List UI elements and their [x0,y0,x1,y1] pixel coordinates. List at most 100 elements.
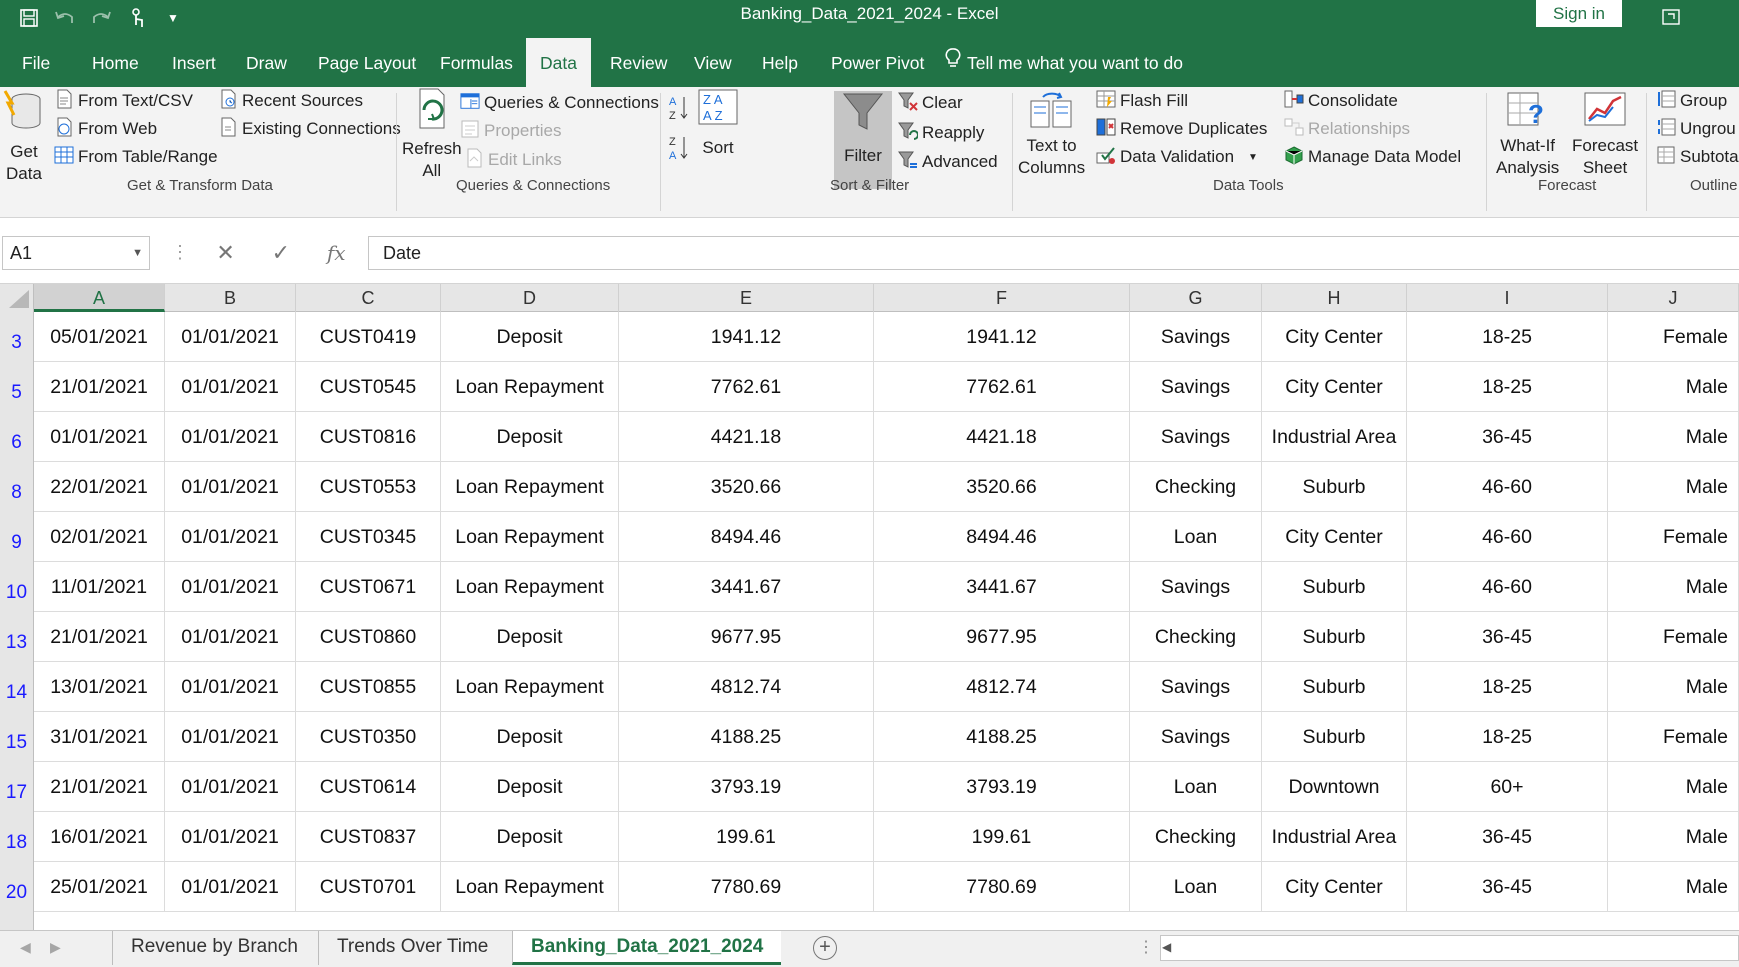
cell-f[interactable]: 9677.95 [874,612,1130,662]
cell-i[interactable]: 18-25 [1407,312,1608,362]
forecast-sheet-button[interactable]: Forecast Sheet [1572,89,1638,179]
column-header-f[interactable]: F [874,284,1130,312]
row-header[interactable]: 13 [0,612,34,662]
cell-b[interactable]: 01/01/2021 [165,412,296,462]
cell-b[interactable]: 01/01/2021 [165,462,296,512]
edit-links-button[interactable]: Edit Links [464,144,562,176]
cell-a[interactable]: 01/01/2021 [34,412,165,462]
cell-g[interactable]: Savings [1130,412,1262,462]
cell-j[interactable]: Female [1608,512,1739,562]
column-header-c[interactable]: C [296,284,441,312]
text-to-columns-button[interactable]: Text to Columns [1018,89,1085,179]
column-header-a[interactable]: A [34,284,165,312]
scroll-left-arrow-icon[interactable]: ◀ [1162,940,1171,954]
column-header-j[interactable]: J [1608,284,1739,312]
cell-j[interactable]: Male [1608,562,1739,612]
cell-b[interactable]: 01/01/2021 [165,362,296,412]
cell-d[interactable]: Loan Repayment [441,862,619,912]
cell-e[interactable]: 199.61 [619,812,874,862]
cell-i[interactable]: 36-45 [1407,812,1608,862]
cell-b[interactable]: 01/01/2021 [165,712,296,762]
tab-insert[interactable]: Insert [172,38,216,87]
cell-c[interactable]: CUST0855 [296,662,441,712]
cell-g[interactable]: Savings [1130,712,1262,762]
cell-b[interactable]: 01/01/2021 [165,562,296,612]
cell-g[interactable]: Checking [1130,612,1262,662]
tab-review[interactable]: Review [610,38,667,87]
cell-f[interactable]: 4421.18 [874,412,1130,462]
cell-h[interactable]: Industrial Area [1262,812,1407,862]
cell-g[interactable]: Savings [1130,662,1262,712]
row-header[interactable]: 10 [0,562,34,612]
tell-me-search[interactable]: Tell me what you want to do [945,38,1183,87]
cell-d[interactable]: Deposit [441,762,619,812]
cell-a[interactable]: 21/01/2021 [34,362,165,412]
tab-formulas[interactable]: Formulas [440,38,513,87]
cell-e[interactable]: 3520.66 [619,462,874,512]
sheet-tab-trends-over-time[interactable]: Trends Over Time [318,931,506,965]
insert-function-icon[interactable]: fx [327,241,346,265]
cell-i[interactable]: 18-25 [1407,362,1608,412]
cell-a[interactable]: 05/01/2021 [34,312,165,362]
cell-h[interactable]: Suburb [1262,462,1407,512]
cell-c[interactable]: CUST0419 [296,312,441,362]
cell-b[interactable]: 01/01/2021 [165,512,296,562]
row-header[interactable] [0,912,34,930]
cell-b[interactable]: 01/01/2021 [165,612,296,662]
cell-a[interactable]: 21/01/2021 [34,762,165,812]
cell-d[interactable]: Deposit [441,612,619,662]
cell-c[interactable]: CUST0614 [296,762,441,812]
cell-c[interactable]: CUST0816 [296,412,441,462]
tab-power-pivot[interactable]: Power Pivot [831,38,924,87]
tab-help[interactable]: Help [762,38,798,87]
properties-button[interactable]: Properties [460,115,561,147]
row-header[interactable]: 3 [0,312,34,362]
cell-c[interactable]: CUST0350 [296,712,441,762]
cell-h[interactable]: City Center [1262,862,1407,912]
cell-d[interactable]: Deposit [441,412,619,462]
get-data-button[interactable]: Get Data [2,89,46,185]
filter-button[interactable]: Filter [842,91,884,167]
cell-a[interactable]: 21/01/2021 [34,612,165,662]
row-header[interactable]: 14 [0,662,34,712]
cell-g[interactable]: Checking [1130,462,1262,512]
cell-a[interactable]: 02/01/2021 [34,512,165,562]
sort-ascending-button[interactable]: AZ [668,93,690,126]
cell-h[interactable]: Suburb [1262,712,1407,762]
clear-filter-button[interactable]: Clear [898,87,963,119]
cell-g[interactable]: Loan [1130,762,1262,812]
subtotal-button[interactable]: Subtota [1656,141,1739,173]
column-header-e[interactable]: E [619,284,874,312]
cell-a[interactable]: 16/01/2021 [34,812,165,862]
cell-i[interactable]: 36-45 [1407,412,1608,462]
cell-h[interactable]: Suburb [1262,562,1407,612]
cell-j[interactable]: Male [1608,862,1739,912]
data-validation-button[interactable]: Data Validation ▼ [1096,141,1258,173]
cell-h[interactable]: City Center [1262,312,1407,362]
what-if-analysis-button[interactable]: ? What-If Analysis [1496,89,1559,179]
cell-e[interactable]: 9677.95 [619,612,874,662]
cell-g[interactable]: Checking [1130,812,1262,862]
from-table-range-button[interactable]: From Table/Range [54,141,218,173]
row-header[interactable]: 5 [0,362,34,412]
cell-f[interactable]: 8494.46 [874,512,1130,562]
cell-a[interactable]: 22/01/2021 [34,462,165,512]
cell-c[interactable]: CUST0701 [296,862,441,912]
column-header-g[interactable]: G [1130,284,1262,312]
cell-d[interactable]: Deposit [441,812,619,862]
cell-e[interactable]: 3793.19 [619,762,874,812]
cell-d[interactable]: Deposit [441,712,619,762]
cell-f[interactable]: 7762.61 [874,362,1130,412]
cell-e[interactable]: 4421.18 [619,412,874,462]
cell-c[interactable]: CUST0671 [296,562,441,612]
cell-j[interactable]: Female [1608,712,1739,762]
cell-j[interactable]: Male [1608,462,1739,512]
column-header-i[interactable]: I [1407,284,1608,312]
sort-button[interactable]: Z AA Z Sort [698,89,738,159]
manage-data-model-button[interactable]: Manage Data Model [1284,141,1461,173]
cell-j[interactable]: Female [1608,312,1739,362]
cell-i[interactable]: 46-60 [1407,512,1608,562]
column-header-h[interactable]: H [1262,284,1407,312]
cell-j[interactable]: Male [1608,412,1739,462]
cell-j[interactable]: Male [1608,812,1739,862]
